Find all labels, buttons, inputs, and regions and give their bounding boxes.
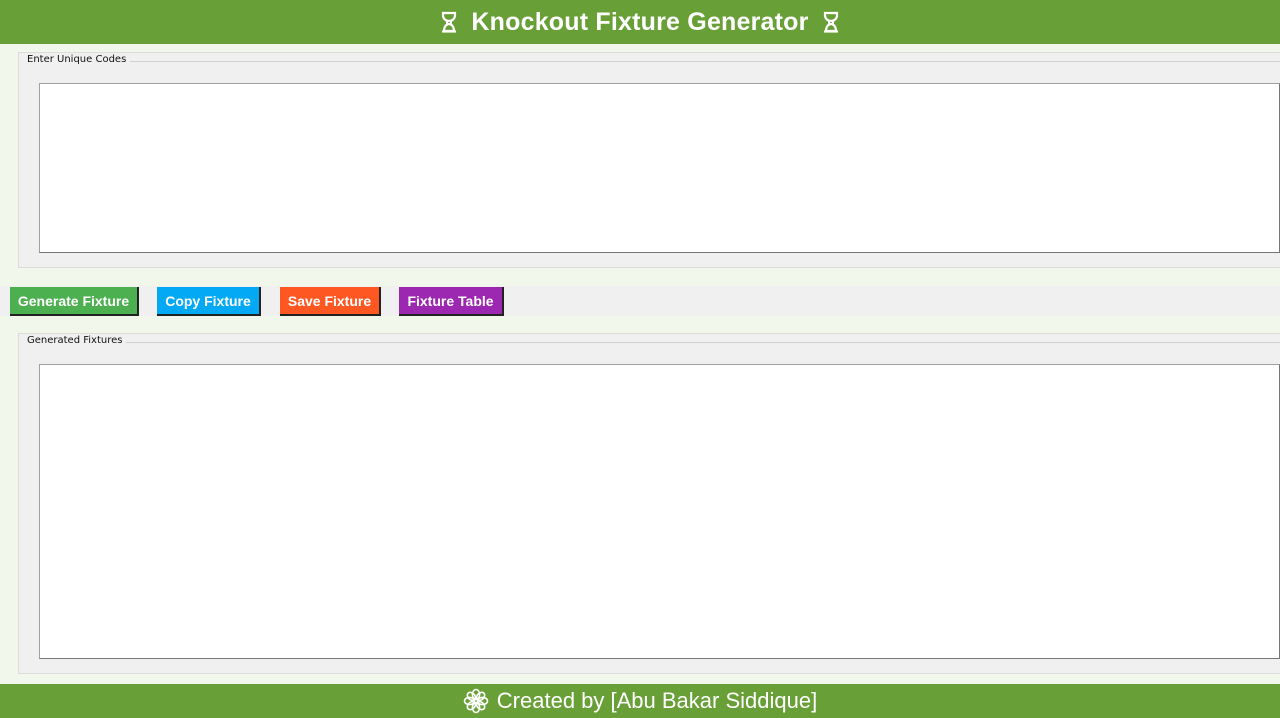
generated-fixtures-group: Generated Fixtures <box>18 333 1280 674</box>
group-frame-line <box>25 342 1280 343</box>
fixture-table-button[interactable]: Fixture Table <box>399 287 504 316</box>
app-window: Knockout Fixture Generator Enter Unique … <box>0 0 1280 718</box>
trophy-icon <box>439 11 459 33</box>
trophy-icon <box>821 11 841 33</box>
unique-codes-input[interactable] <box>39 83 1280 253</box>
copy-fixture-button[interactable]: Copy Fixture <box>157 287 261 316</box>
footer-credit: Created by [Abu Bakar Siddique] <box>496 688 818 713</box>
generated-fixtures-output[interactable] <box>39 364 1280 659</box>
footer-bar: Created by [Abu Bakar Siddique] <box>0 684 1280 718</box>
group-frame-line <box>25 61 1280 62</box>
header-bar: Knockout Fixture Generator <box>0 0 1280 44</box>
unique-codes-legend: Enter Unique Codes <box>23 54 131 65</box>
flower-icon <box>463 688 489 714</box>
app-title: Knockout Fixture Generator <box>471 7 809 36</box>
action-toolbar: Generate Fixture Copy Fixture Save Fixtu… <box>0 286 1280 316</box>
generate-fixture-button[interactable]: Generate Fixture <box>10 287 139 316</box>
save-fixture-button[interactable]: Save Fixture <box>280 287 381 316</box>
generated-fixtures-legend: Generated Fixtures <box>23 335 127 346</box>
unique-codes-group: Enter Unique Codes <box>18 52 1280 268</box>
